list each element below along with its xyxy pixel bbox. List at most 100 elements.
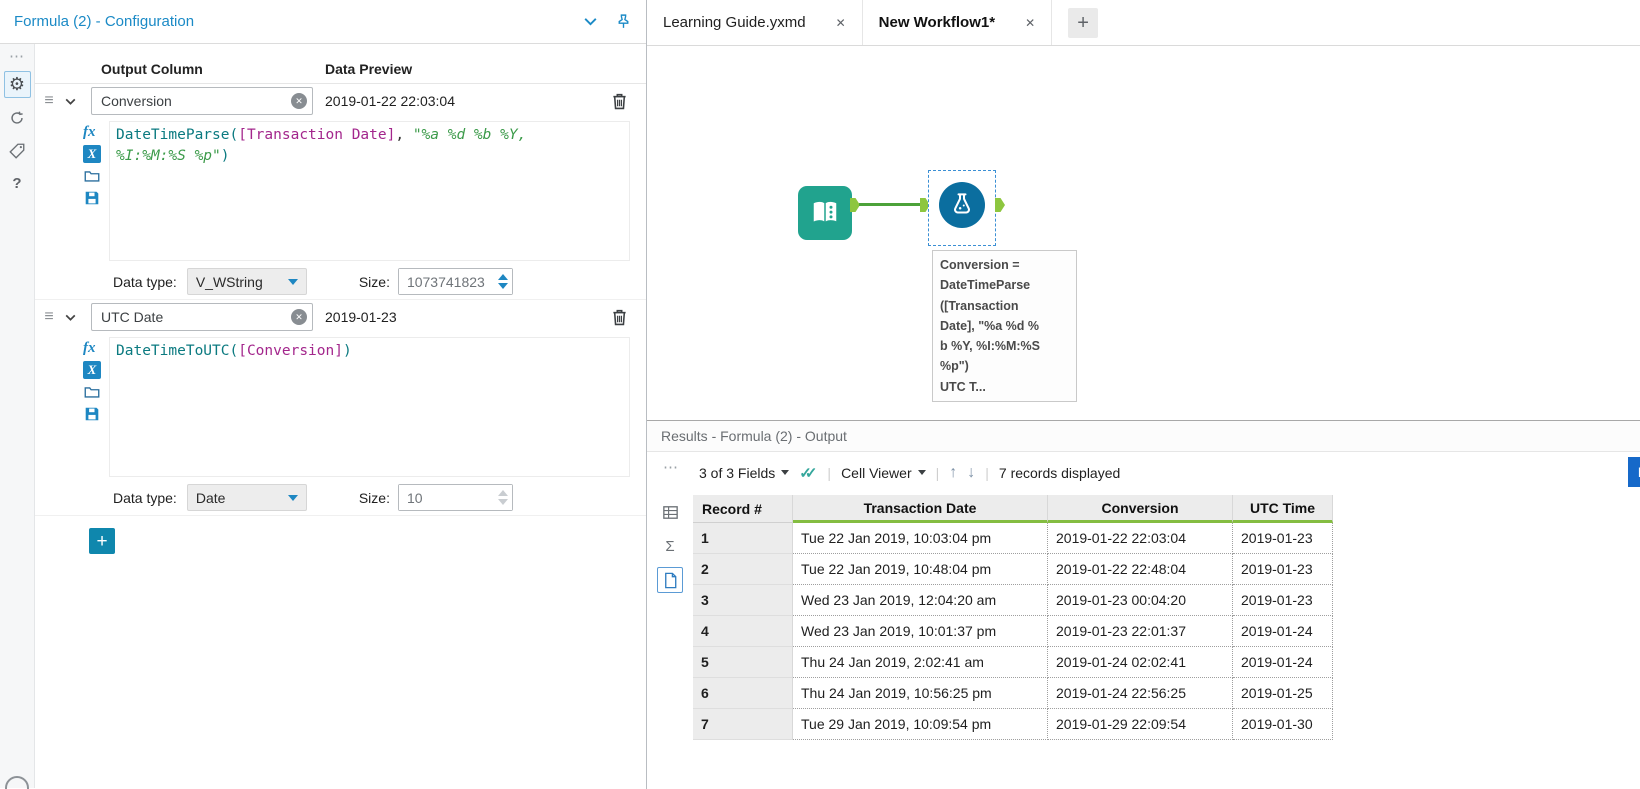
data-cell[interactable]: Wed 23 Jan 2019, 10:01:37 pm (793, 616, 1048, 647)
size-stepper[interactable] (498, 274, 508, 289)
data-type-select[interactable]: Date (187, 484, 307, 511)
table-row[interactable]: 6Thu 24 Jan 2019, 10:56:25 pm2019-01-24 … (693, 678, 1640, 709)
data-cell[interactable]: Wed 23 Jan 2019, 12:04:20 am (793, 585, 1048, 616)
saved-expressions-folder-icon[interactable] (83, 167, 101, 185)
metadata-sigma-icon[interactable]: Σ (657, 533, 683, 559)
output-column-input[interactable]: ✕ (91, 303, 313, 331)
column-name-field[interactable] (92, 88, 312, 114)
expand-chevron-icon[interactable] (63, 94, 78, 109)
record-number-cell[interactable]: 6 (693, 678, 793, 709)
table-row[interactable]: 2Tue 22 Jan 2019, 10:48:04 pm2019-01-22 … (693, 554, 1640, 585)
data-cell[interactable]: 2019-01-23 00:04:20 (1048, 585, 1233, 616)
save-expression-disk-icon[interactable] (83, 405, 101, 423)
data-cell[interactable]: 2019-01-29 22:09:54 (1048, 709, 1233, 740)
functions-fx-icon[interactable]: fx (83, 124, 109, 141)
output-column-input[interactable]: ✕ (91, 87, 313, 115)
stepper-up-icon[interactable] (498, 274, 508, 280)
table-row[interactable]: 5Thu 24 Jan 2019, 2:02:41 am2019-01-24 0… (693, 647, 1640, 678)
size-input[interactable] (398, 484, 513, 511)
drag-handle-icon[interactable]: ≡ (35, 308, 63, 326)
record-number-cell[interactable]: 1 (693, 523, 793, 554)
data-cell[interactable]: 2019-01-24 (1233, 616, 1333, 647)
data-cell[interactable]: Tue 22 Jan 2019, 10:48:04 pm (793, 554, 1048, 585)
collapse-panel-chevron-icon[interactable] (582, 13, 599, 30)
data-cell[interactable]: 2019-01-23 (1233, 554, 1333, 585)
expand-chevron-icon[interactable] (63, 310, 78, 325)
tool-annotation[interactable]: Conversion = DateTimeParse ([Transaction… (932, 250, 1077, 402)
size-input[interactable] (398, 268, 513, 295)
table-row[interactable]: 3Wed 23 Jan 2019, 12:04:20 am2019-01-23 … (693, 585, 1640, 616)
saved-expressions-folder-icon[interactable] (83, 383, 101, 401)
column-name-field[interactable] (92, 304, 312, 330)
input-data-tool[interactable] (798, 186, 852, 240)
data-cell[interactable]: 2019-01-25 (1233, 678, 1333, 709)
data-cell[interactable]: 2019-01-24 (1233, 647, 1333, 678)
data-cell[interactable]: 2019-01-24 02:02:41 (1048, 647, 1233, 678)
variables-x-icon[interactable]: X (83, 145, 101, 163)
data-cell[interactable]: 2019-01-23 (1233, 523, 1333, 554)
annotation-tag-icon[interactable] (4, 137, 31, 164)
column-header-utc-time[interactable]: UTC Time (1233, 495, 1333, 523)
save-expression-disk-icon[interactable] (83, 189, 101, 207)
data-cell[interactable]: Thu 24 Jan 2019, 2:02:41 am (793, 647, 1048, 678)
record-number-cell[interactable]: 5 (693, 647, 793, 678)
record-number-cell[interactable]: 2 (693, 554, 793, 585)
table-row[interactable]: 7Tue 29 Jan 2019, 10:09:54 pm2019-01-29 … (693, 709, 1640, 740)
formula-tool-selected[interactable] (928, 170, 996, 246)
data-cell[interactable]: Thu 24 Jan 2019, 10:56:25 pm (793, 678, 1048, 709)
table-row[interactable]: 4Wed 23 Jan 2019, 10:01:37 pm2019-01-23 … (693, 616, 1640, 647)
configuration-gear-icon[interactable]: ⚙ (4, 71, 31, 98)
workflow-canvas[interactable]: Conversion = DateTimeParse ([Transaction… (647, 46, 1640, 420)
data-button[interactable]: D (1628, 457, 1640, 487)
data-cell[interactable]: 2019-01-23 (1233, 585, 1333, 616)
clear-column-icon[interactable]: ✕ (291, 309, 307, 325)
cell-viewer-dropdown[interactable]: Cell Viewer (841, 465, 926, 481)
data-cell[interactable]: 2019-01-30 (1233, 709, 1333, 740)
functions-fx-icon[interactable]: fx (83, 340, 109, 357)
delete-row-trash-icon[interactable] (609, 306, 630, 328)
close-tab-icon[interactable]: ✕ (836, 16, 846, 30)
table-row[interactable]: 1Tue 22 Jan 2019, 10:03:04 pm2019-01-22 … (693, 523, 1640, 554)
help-icon[interactable]: ? (4, 170, 31, 197)
pin-panel-icon[interactable] (615, 13, 632, 30)
data-page-icon[interactable] (657, 567, 683, 593)
results-menu-ellipsis-icon[interactable]: ⋯ (663, 458, 679, 476)
stepper-down-icon[interactable] (498, 283, 508, 289)
record-number-cell[interactable]: 4 (693, 616, 793, 647)
down-arrow-icon[interactable]: ↓ (967, 464, 975, 482)
tab-new-workflow[interactable]: New Workflow1* ✕ (863, 0, 1052, 45)
table-view-icon[interactable] (657, 499, 683, 525)
size-field[interactable] (399, 485, 512, 510)
data-cell[interactable]: Tue 22 Jan 2019, 10:03:04 pm (793, 523, 1048, 554)
apply-double-check-icon[interactable]: ✓✓ (799, 464, 817, 482)
data-cell[interactable]: 2019-01-22 22:03:04 (1048, 523, 1233, 554)
expression-code[interactable]: DateTimeToUTC([Conversion]) (109, 337, 630, 477)
workflow-navigation-icon[interactable] (4, 104, 31, 131)
new-tab-button[interactable]: + (1068, 8, 1098, 38)
connection-line[interactable] (859, 203, 929, 206)
formula-tool[interactable] (939, 182, 985, 228)
tab-learning-guide[interactable]: Learning Guide.yxmd ✕ (647, 0, 863, 45)
data-type-select[interactable]: V_WString (187, 268, 307, 295)
clear-column-icon[interactable]: ✕ (291, 93, 307, 109)
output-anchor[interactable] (995, 198, 1005, 212)
record-number-cell[interactable]: 3 (693, 585, 793, 616)
data-cell[interactable]: 2019-01-23 22:01:37 (1048, 616, 1233, 647)
column-header-record[interactable]: Record # (693, 495, 793, 523)
panel-menu-ellipsis-icon[interactable]: ⋯ (9, 50, 25, 65)
close-tab-icon[interactable]: ✕ (1025, 16, 1035, 30)
column-header-conversion[interactable]: Conversion (1048, 495, 1233, 523)
data-cell[interactable]: 2019-01-22 22:48:04 (1048, 554, 1233, 585)
size-field[interactable] (399, 269, 512, 294)
variables-x-icon[interactable]: X (83, 361, 101, 379)
expression-code[interactable]: DateTimeParse([Transaction Date], "%a %d… (109, 121, 630, 261)
drag-handle-icon[interactable]: ≡ (35, 92, 63, 110)
fields-dropdown[interactable]: 3 of 3 Fields (699, 465, 789, 481)
delete-row-trash-icon[interactable] (609, 90, 630, 112)
record-number-cell[interactable]: 7 (693, 709, 793, 740)
add-column-button[interactable]: + (89, 528, 115, 554)
column-header-transaction-date[interactable]: Transaction Date (793, 495, 1048, 523)
data-cell[interactable]: 2019-01-24 22:56:25 (1048, 678, 1233, 709)
data-cell[interactable]: Tue 29 Jan 2019, 10:09:54 pm (793, 709, 1048, 740)
up-arrow-icon[interactable]: ↑ (949, 464, 957, 482)
